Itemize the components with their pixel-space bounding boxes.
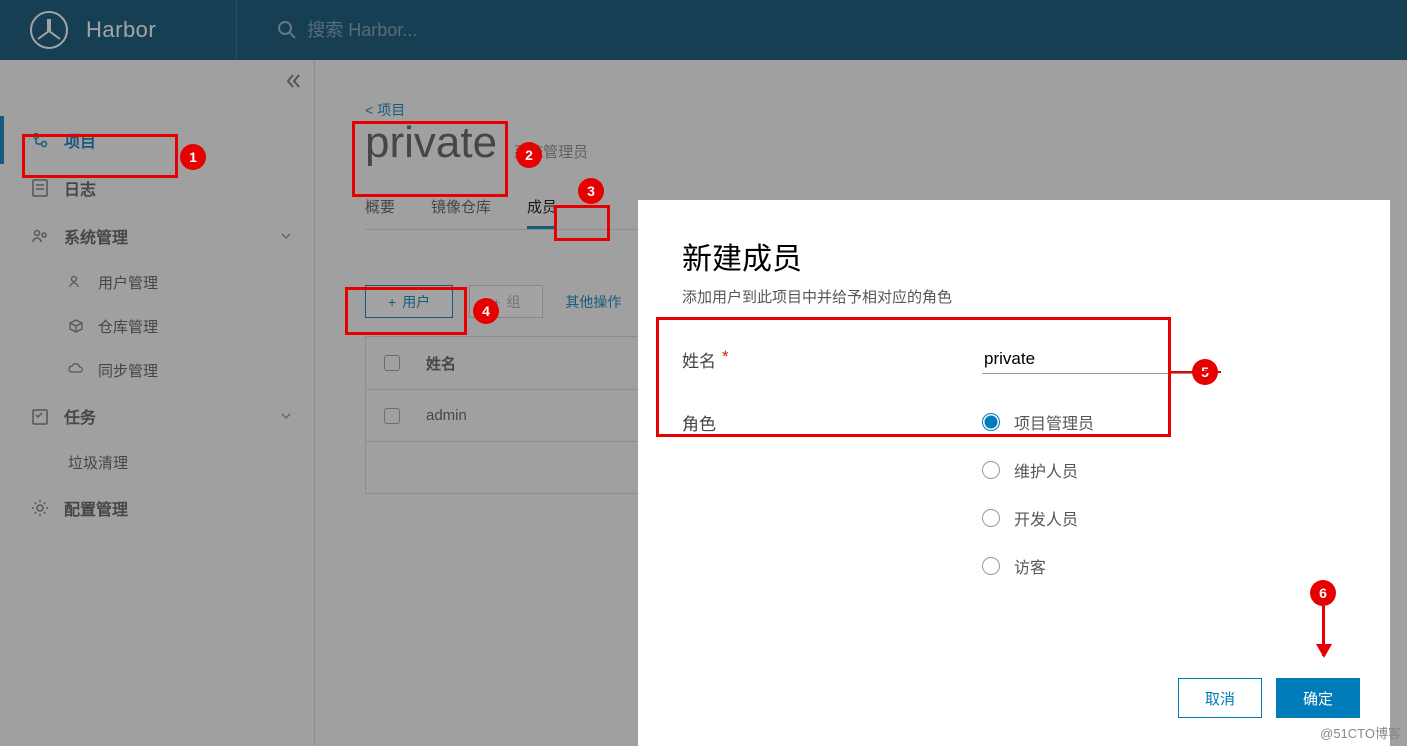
role-radio-admin[interactable]: 项目管理员 bbox=[982, 410, 1094, 434]
role-label: 角色 bbox=[682, 410, 982, 578]
role-radio-developer[interactable]: 开发人员 bbox=[982, 506, 1094, 530]
radio-icon bbox=[982, 461, 1000, 479]
radio-icon bbox=[982, 557, 1000, 575]
annotation-connector bbox=[1171, 371, 1221, 373]
radio-icon bbox=[982, 509, 1000, 527]
watermark: @51CTO博客 bbox=[1320, 723, 1401, 742]
role-radio-maintainer[interactable]: 维护人员 bbox=[982, 458, 1094, 482]
radio-icon bbox=[982, 413, 1000, 431]
ok-button[interactable]: 确定 bbox=[1276, 678, 1360, 718]
role-radio-guest[interactable]: 访客 bbox=[982, 554, 1094, 578]
modal-subtitle: 添加用户到此项目中并给予相对应的角色 bbox=[682, 286, 1346, 307]
role-radio-group: 项目管理员 维护人员 开发人员 访客 bbox=[982, 410, 1094, 578]
name-label: 姓名* bbox=[682, 347, 982, 374]
new-member-modal: 新建成员 添加用户到此项目中并给予相对应的角色 姓名* 角色 项目管理员 维护人… bbox=[638, 200, 1390, 746]
cancel-button[interactable]: 取消 bbox=[1178, 678, 1262, 718]
modal-title: 新建成员 bbox=[682, 234, 1346, 278]
member-name-input[interactable] bbox=[982, 347, 1202, 374]
